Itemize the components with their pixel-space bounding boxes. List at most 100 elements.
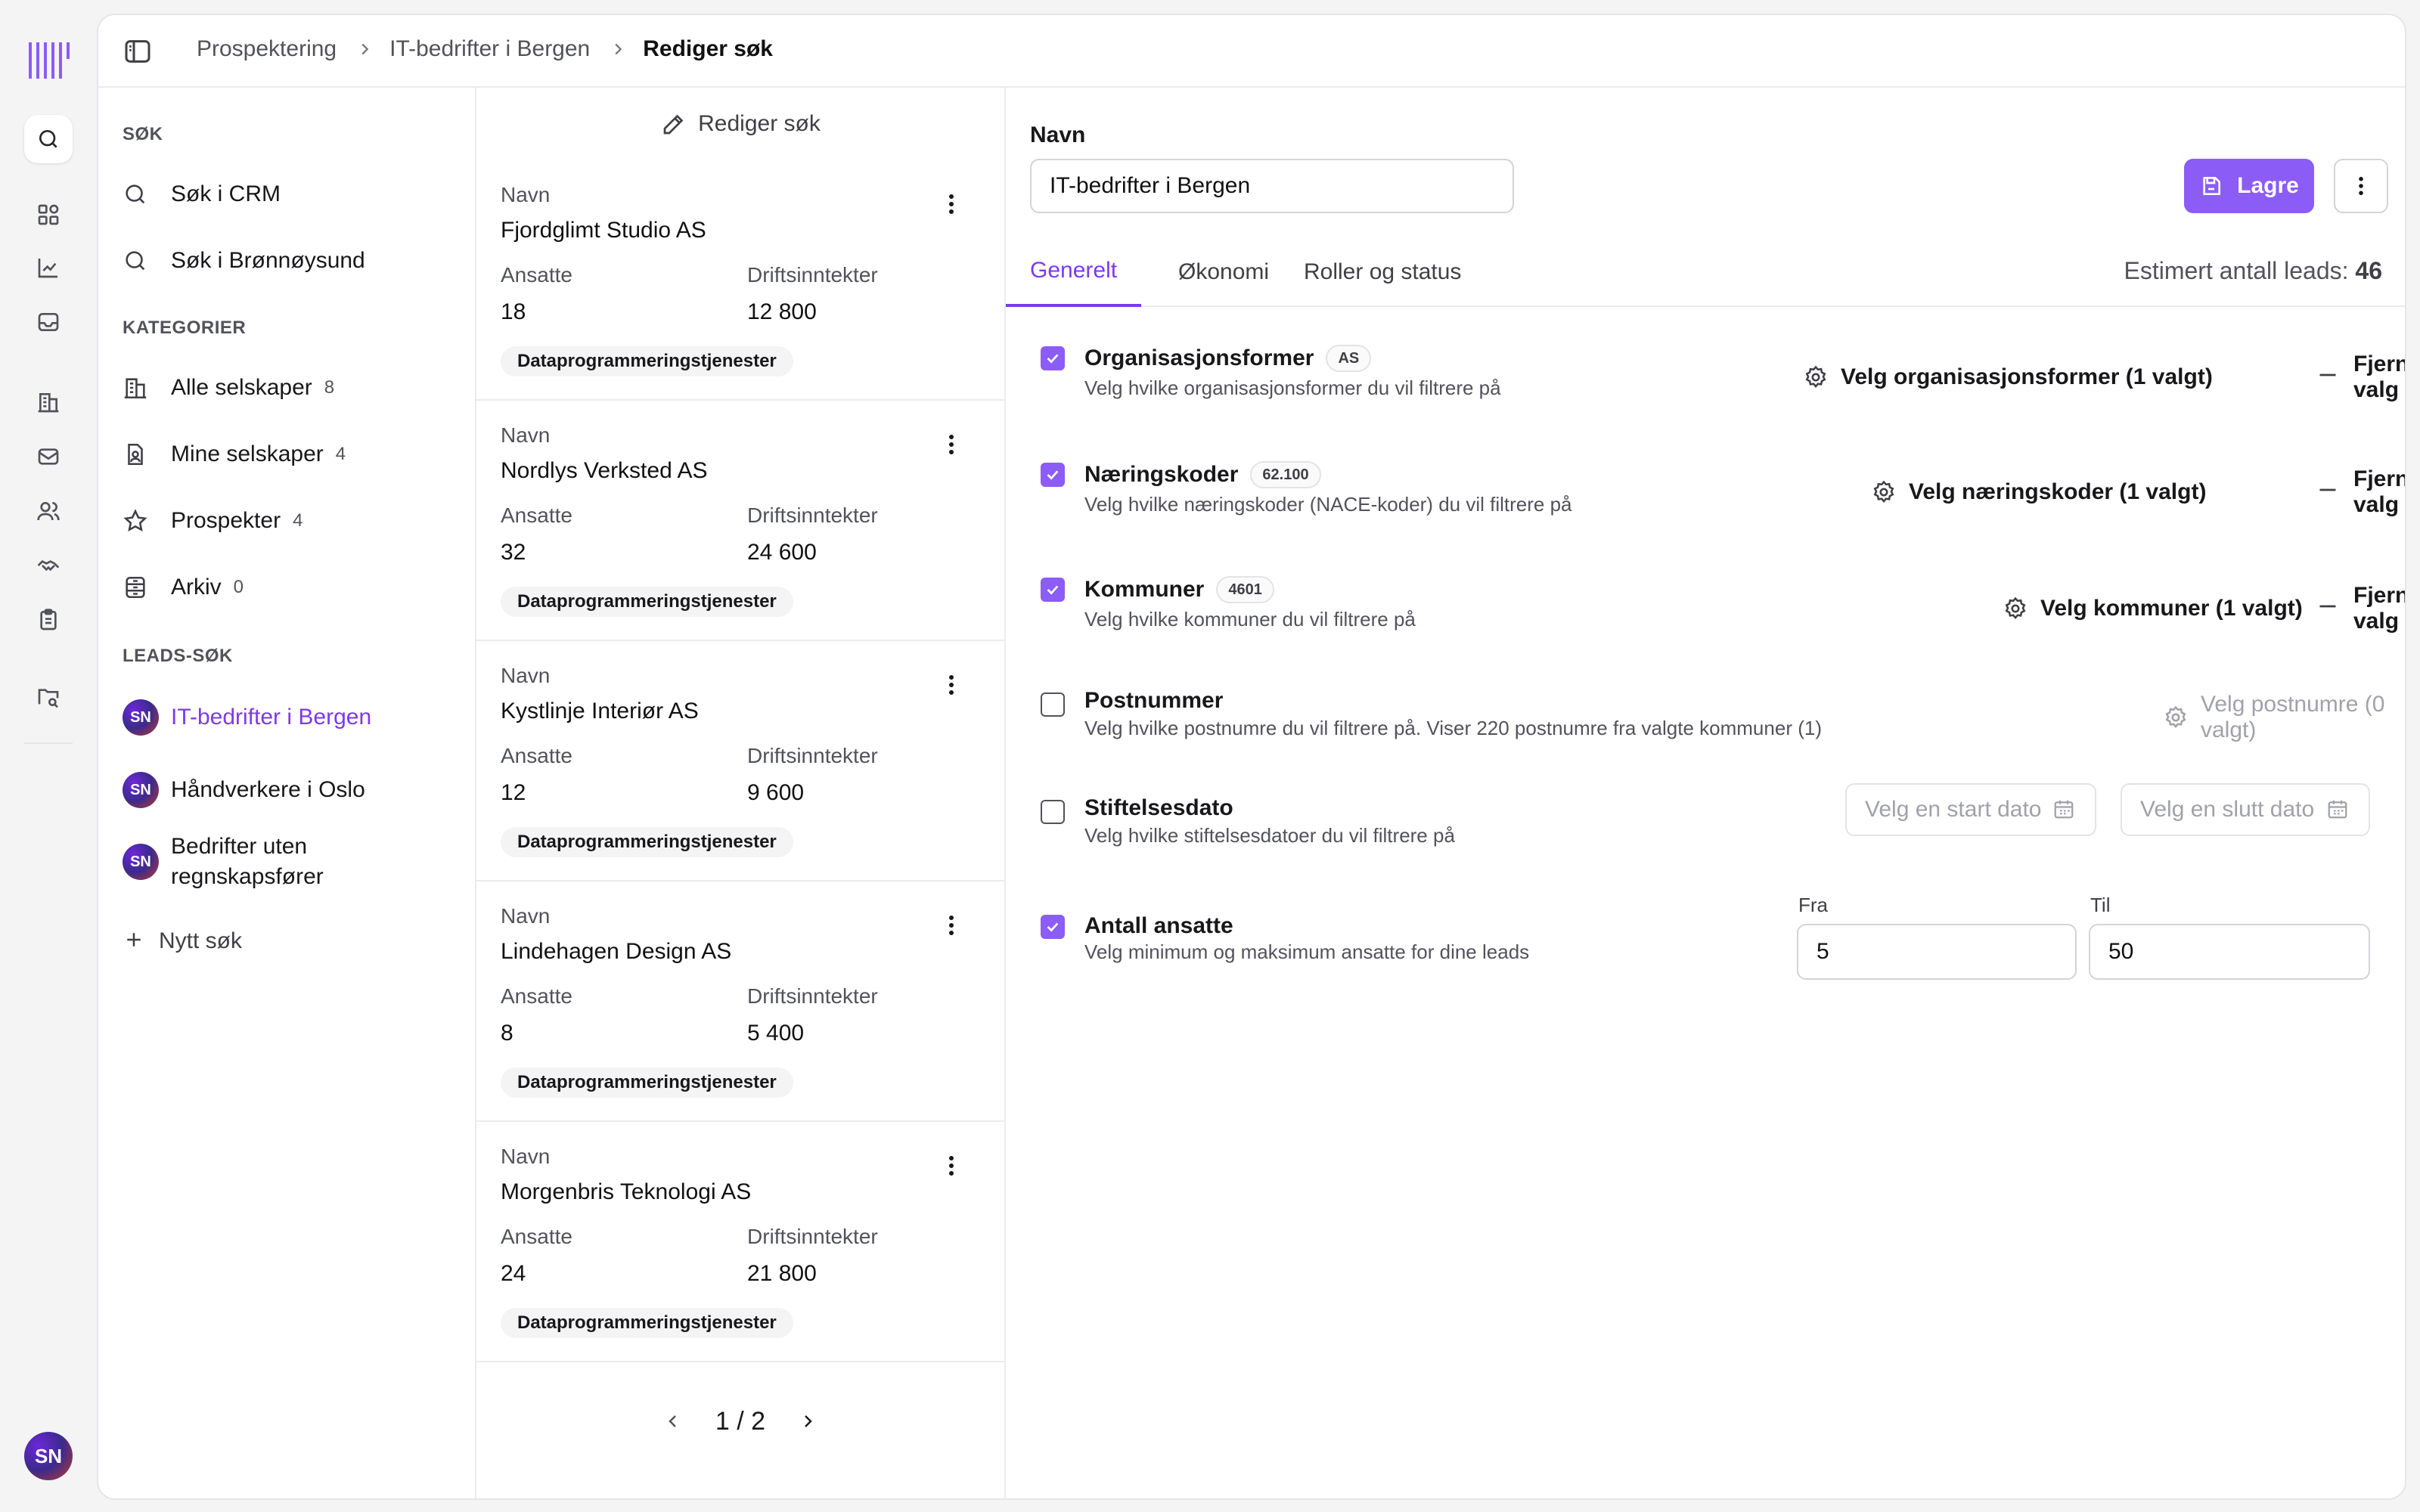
sidebar-item-my-companies[interactable]: Mine selskaper 4 xyxy=(123,428,460,481)
sidebar-item-label: Bedrifter uten regnskapsfører xyxy=(171,834,324,889)
revenue-label: Driftsinntekter xyxy=(747,263,878,287)
inbox-icon[interactable] xyxy=(32,305,65,339)
users-icon[interactable] xyxy=(32,494,65,528)
max-employees-input[interactable]: 50 xyxy=(2089,924,2370,980)
min-employees-input[interactable]: 5 xyxy=(1797,924,2077,980)
industry-tag: Dataprogrammeringstjenester xyxy=(501,827,793,857)
filter-kommuner-checkbox[interactable] xyxy=(1041,578,1065,602)
select-kommuner-button[interactable]: Velg kommuner (1 valgt) xyxy=(2003,590,2303,627)
filter-title: Postnummer xyxy=(1084,688,1223,714)
end-date-picker[interactable]: Velg en slutt dato xyxy=(2121,783,2370,836)
chevron-right-icon[interactable] xyxy=(793,1406,823,1436)
remove-nace-button[interactable]: Fjern valg xyxy=(2317,466,2405,517)
pagination: 1 / 2 xyxy=(476,1399,1004,1444)
user-avatar[interactable]: SN xyxy=(24,1432,73,1480)
count-badge: 4 xyxy=(293,510,303,531)
filter-title: Kommuner 4601 xyxy=(1084,576,1274,603)
company-card[interactable]: Navn Kystlinje Interiør AS Ansatte Drift… xyxy=(476,641,1004,881)
star-icon xyxy=(123,508,148,534)
mail-icon[interactable] xyxy=(32,440,65,473)
gear-icon xyxy=(1871,479,1897,505)
start-date-placeholder: Velg en start dato xyxy=(1865,797,2042,822)
filter-org-checkbox[interactable] xyxy=(1041,346,1065,370)
edit-search-header[interactable]: Rediger søk xyxy=(476,88,1004,160)
sidebar-item-prospects[interactable]: Prospekter 4 xyxy=(123,494,460,547)
search-name-input[interactable] xyxy=(1030,159,1514,213)
tab-okonomi[interactable]: Økonomi xyxy=(1154,237,1293,307)
remove-label: Fjern valg xyxy=(2353,466,2406,517)
remove-kommuner-button[interactable]: Fjern valg xyxy=(2317,583,2405,634)
tab-roller-status[interactable]: Roller og status xyxy=(1280,237,1485,307)
save-button[interactable]: Lagre xyxy=(2184,159,2314,213)
chart-icon[interactable] xyxy=(32,251,65,284)
count-badge: 4 xyxy=(335,444,346,464)
check-icon xyxy=(1047,585,1059,595)
start-date-picker[interactable]: Velg en start dato xyxy=(1845,783,2096,836)
breadcrumb-item[interactable]: Prospektering xyxy=(197,36,337,62)
edit-search-label: Rediger søk xyxy=(698,111,821,136)
company-card[interactable]: Navn Lindehagen Design AS Ansatte Drifts… xyxy=(476,881,1004,1122)
clipboard-icon[interactable] xyxy=(32,603,65,637)
employees-value: 8 xyxy=(501,1021,513,1046)
employees-label: Ansatte xyxy=(501,503,572,527)
sidebar-item-label: Prospekter xyxy=(171,508,281,533)
handshake-icon[interactable] xyxy=(32,549,65,582)
filter-title-text: Organisasjonsformer xyxy=(1084,345,1314,370)
sidebar-item-all-companies[interactable]: Alle selskaper 8 xyxy=(123,361,460,414)
sidebar-toggle-icon[interactable] xyxy=(123,36,153,67)
sidebar-item-archive[interactable]: Arkiv 0 xyxy=(123,561,460,614)
sidebar-item-lead-uten-regnskap[interactable]: SN Bedrifter uten regnskapsfører xyxy=(123,824,460,900)
employees-label: Ansatte xyxy=(501,984,572,1008)
dashboard-icon[interactable] xyxy=(32,198,65,231)
new-search-button[interactable]: Nytt søk xyxy=(123,915,460,968)
sidebar-item-search-brreg[interactable]: Søk i Brønnøysund xyxy=(123,234,460,287)
company-name: Morgenbris Teknologi AS xyxy=(501,1179,752,1204)
results-column: Rediger søk Navn Fjordglimt Studio AS An… xyxy=(476,88,1006,1498)
search-name-label: Navn xyxy=(1030,122,1086,147)
gear-icon xyxy=(1803,364,1829,390)
to-label: Til xyxy=(2090,894,2111,916)
revenue-label: Driftsinntekter xyxy=(747,503,878,527)
company-card[interactable]: Navn Fjordglimt Studio AS Ansatte Drifts… xyxy=(476,160,1004,401)
more-vertical-icon[interactable] xyxy=(938,431,965,458)
estimated-leads: Estimert antall leads: 46 xyxy=(2124,257,2383,285)
select-nace-button[interactable]: Velg næringskoder (1 valgt) xyxy=(1871,473,2206,511)
more-options-button[interactable] xyxy=(2334,159,2388,213)
tab-generelt[interactable]: Generelt xyxy=(1006,237,1142,307)
count-badge: 8 xyxy=(324,377,335,398)
select-postnummer-button[interactable]: Velg postnumre (0 valgt) xyxy=(2163,692,2405,742)
gear-icon xyxy=(2003,596,2028,621)
sidebar-item-label: Arkiv xyxy=(171,575,222,600)
more-vertical-icon[interactable] xyxy=(938,191,965,218)
remove-org-button[interactable]: Fjern valg xyxy=(2317,352,2405,402)
more-vertical-icon[interactable] xyxy=(938,1152,965,1179)
sidebar-item-label: Søk i Brønnøysund xyxy=(171,248,365,273)
app-logo[interactable] xyxy=(27,39,70,82)
search-icon[interactable] xyxy=(24,115,73,163)
breadcrumb-item[interactable]: IT-bedrifter i Bergen xyxy=(389,36,590,62)
employees-value: 32 xyxy=(501,540,526,565)
sidebar-item-lead-handverkere[interactable]: SN Håndverkere i Oslo xyxy=(123,764,460,816)
estimated-leads-label: Estimert antall leads: xyxy=(2124,257,2349,284)
sidebar-item-search-crm[interactable]: Søk i CRM xyxy=(123,168,460,221)
select-org-button[interactable]: Velg organisasjonsformer (1 valgt) xyxy=(1803,358,2213,396)
archive-icon xyxy=(123,575,148,600)
name-label: Navn xyxy=(501,423,551,447)
filter-stiftelse-checkbox[interactable] xyxy=(1041,800,1065,824)
check-icon xyxy=(1047,922,1059,932)
filter-postnummer-checkbox[interactable] xyxy=(1041,692,1065,717)
chevron-left-icon[interactable] xyxy=(658,1406,688,1436)
folder-search-icon[interactable] xyxy=(32,680,65,714)
building-icon xyxy=(123,375,148,401)
filter-ansatte-checkbox[interactable] xyxy=(1041,915,1065,939)
more-vertical-icon[interactable] xyxy=(938,912,965,939)
company-card[interactable]: Navn Morgenbris Teknologi AS Ansatte Dri… xyxy=(476,1122,1004,1362)
company-card[interactable]: Navn Nordlys Verksted AS Ansatte Driftsi… xyxy=(476,401,1004,641)
sidebar-nav: SØK Søk i CRM Søk i Brønnøysund KATEGORI… xyxy=(98,88,476,1498)
filter-nace-checkbox[interactable] xyxy=(1041,463,1065,487)
building-icon[interactable] xyxy=(32,386,65,419)
sidebar-item-lead-it-bergen[interactable]: SN IT-bedrifter i Bergen xyxy=(123,691,460,744)
selected-badge: AS xyxy=(1326,345,1372,372)
name-label: Navn xyxy=(501,1145,551,1168)
more-vertical-icon[interactable] xyxy=(938,671,965,699)
